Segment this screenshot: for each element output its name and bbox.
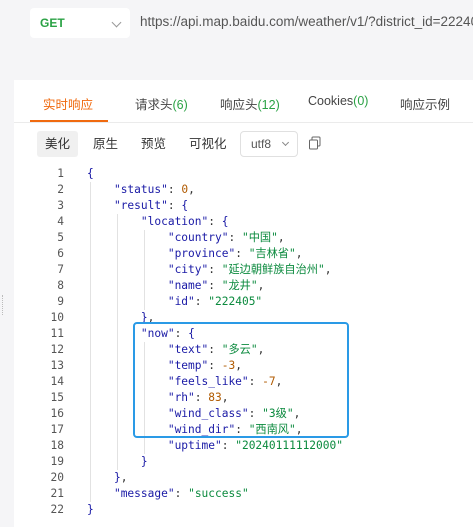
tab-label: 响应示例 bbox=[400, 98, 451, 112]
code-line: 8 "name": "龙井", bbox=[14, 278, 473, 294]
tab-label: Cookies bbox=[308, 94, 354, 108]
line-number: 9 bbox=[57, 295, 64, 308]
code-text: "location": { bbox=[140, 215, 229, 228]
code-text: } bbox=[87, 503, 94, 516]
line-number: 15 bbox=[50, 391, 64, 404]
code-line: 9 "id": "222405" bbox=[14, 294, 473, 310]
line-number: 18 bbox=[50, 439, 64, 452]
code-text: { bbox=[87, 167, 94, 180]
chevron-down-icon bbox=[111, 17, 122, 28]
drag-handle-icon[interactable] bbox=[2, 295, 4, 315]
tab-count: (12) bbox=[257, 98, 280, 112]
code-text: "name": "龙井", bbox=[167, 279, 265, 292]
visualize-button[interactable]: 可视化 bbox=[181, 131, 235, 157]
line-number: 11 bbox=[50, 327, 64, 340]
code-line: 7 "city": "延边朝鲜族自治州", bbox=[14, 262, 473, 278]
code-line: 4 "location": { bbox=[14, 214, 473, 230]
tab-request-headers[interactable]: 请求头(6) bbox=[135, 94, 188, 113]
code-text: "status": 0, bbox=[113, 183, 195, 196]
indent-guide bbox=[117, 214, 118, 470]
method-select[interactable]: GET bbox=[30, 8, 130, 38]
raw-button[interactable]: 原生 bbox=[85, 131, 126, 157]
method-label: GET bbox=[40, 16, 65, 30]
tab-response-headers[interactable]: 响应头(12) bbox=[220, 94, 280, 113]
beautify-button[interactable]: 美化 bbox=[37, 131, 79, 157]
encoding-select[interactable]: utf8 bbox=[240, 131, 298, 157]
code-text: "id": "222405" bbox=[167, 295, 263, 308]
tab-label: 响应头 bbox=[220, 98, 258, 112]
tab-realtime-response[interactable]: 实时响应 bbox=[43, 94, 93, 113]
copy-icon[interactable] bbox=[308, 136, 322, 150]
request-bar: GET https://api.map.baidu.com/weather/v1… bbox=[0, 0, 473, 80]
code-line: 1{ bbox=[14, 166, 473, 182]
line-number: 16 bbox=[50, 407, 64, 420]
line-number: 21 bbox=[50, 487, 64, 500]
now-section-highlight bbox=[133, 322, 349, 438]
chevron-down-icon bbox=[281, 138, 290, 147]
code-text: "province": "吉林省", bbox=[167, 247, 303, 260]
code-line: 3 "result": { bbox=[14, 198, 473, 214]
tab-cookies[interactable]: Cookies(0) bbox=[308, 94, 368, 108]
line-number: 8 bbox=[57, 279, 64, 292]
line-number: 12 bbox=[50, 343, 64, 356]
code-line: 6 "province": "吉林省", bbox=[14, 246, 473, 262]
tab-label: 实时响应 bbox=[43, 98, 94, 112]
tab-count: (6) bbox=[172, 98, 188, 112]
line-number: 2 bbox=[57, 183, 64, 196]
line-number: 4 bbox=[57, 215, 64, 228]
code-line: 2 "status": 0, bbox=[14, 182, 473, 198]
code-line: 18 "uptime": "20240111112000" bbox=[14, 438, 473, 454]
line-number: 14 bbox=[50, 375, 64, 388]
url-input[interactable]: https://api.map.baidu.com/weather/v1/?di… bbox=[140, 14, 473, 29]
preview-button[interactable]: 预览 bbox=[133, 131, 174, 157]
line-number: 13 bbox=[50, 359, 64, 372]
line-number: 22 bbox=[50, 503, 64, 516]
tab-response-examples[interactable]: 响应示例 bbox=[400, 94, 450, 113]
code-text: "city": "延边朝鲜族自治州", bbox=[167, 263, 332, 276]
code-line: 20 }, bbox=[14, 470, 473, 486]
code-text: }, bbox=[113, 471, 128, 484]
tab-count: (0) bbox=[353, 94, 369, 108]
left-gutter bbox=[0, 80, 14, 527]
line-number: 3 bbox=[57, 199, 64, 212]
line-number: 5 bbox=[57, 231, 64, 244]
code-text: "message": "success" bbox=[113, 487, 249, 500]
line-number: 7 bbox=[57, 263, 64, 276]
line-number: 17 bbox=[50, 423, 64, 436]
code-text: "result": { bbox=[113, 199, 189, 212]
line-number: 19 bbox=[50, 455, 64, 468]
code-line: 5 "country": "中国", bbox=[14, 230, 473, 246]
code-line: 22} bbox=[14, 502, 473, 518]
line-number: 10 bbox=[50, 311, 64, 324]
code-line: 21 "message": "success" bbox=[14, 486, 473, 502]
tab-label: 请求头 bbox=[135, 98, 173, 112]
line-number: 6 bbox=[57, 247, 64, 260]
code-text: "uptime": "20240111112000" bbox=[167, 439, 343, 452]
indent-guide bbox=[90, 182, 91, 502]
indent-guide bbox=[144, 230, 145, 310]
tabs-divider bbox=[14, 122, 473, 123]
encoding-value: utf8 bbox=[251, 137, 272, 151]
code-line: 19 } bbox=[14, 454, 473, 470]
line-number: 1 bbox=[57, 167, 64, 180]
line-number: 20 bbox=[50, 471, 64, 484]
